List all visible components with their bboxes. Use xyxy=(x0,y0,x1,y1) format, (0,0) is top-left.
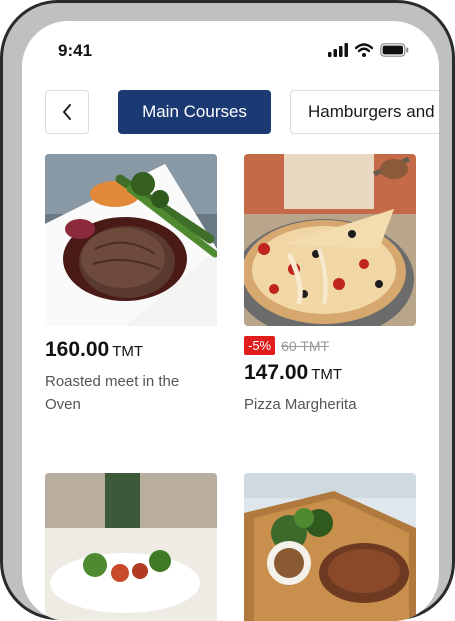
status-time: 9:41 xyxy=(58,41,93,60)
tab-main-courses[interactable]: Main Courses xyxy=(118,90,271,134)
product-image[interactable] xyxy=(45,473,217,621)
discount-badge: -5% xyxy=(244,336,276,355)
product-card[interactable]: 160.00 TMT Roasted meet in the Oven xyxy=(45,154,217,416)
wifi-icon xyxy=(355,43,373,57)
tab-hamburgers[interactable]: Hamburgers and Burgers xyxy=(290,90,439,134)
product-image[interactable] xyxy=(244,154,416,326)
product-image[interactable] xyxy=(45,154,217,326)
product-name: Pizza Margherita xyxy=(244,396,357,413)
signal-icon xyxy=(328,43,348,57)
phone-bezel: 9:41 Main Courses Hamburgers and 160.00 … xyxy=(3,3,452,621)
discount-row: -5% 60 TMT xyxy=(244,336,416,355)
back-button[interactable] xyxy=(45,90,89,134)
price-value: 147.00 xyxy=(244,361,309,384)
product-name: Roasted meet in the Oven xyxy=(45,373,180,413)
price-value: 160.00 xyxy=(45,338,110,361)
price-currency: TMT xyxy=(311,366,343,383)
product-card[interactable] xyxy=(45,473,217,621)
battery-icon xyxy=(380,43,409,57)
price-currency: TMT xyxy=(112,343,144,360)
product-card[interactable] xyxy=(244,473,416,621)
screen: 9:41 Main Courses Hamburgers and 160.00 … xyxy=(22,21,439,621)
old-price: 60 TMT xyxy=(281,337,330,354)
phone-frame: 9:41 Main Courses Hamburgers and 160.00 … xyxy=(0,0,455,621)
product-price: 160.00 TMT xyxy=(45,338,217,362)
chevron-left-icon xyxy=(63,104,71,120)
product-price: 147.00 TMT xyxy=(244,361,416,385)
product-card[interactable]: -5% 60 TMT 147.00 TMT Pizza Margherita xyxy=(244,154,416,416)
product-image[interactable] xyxy=(244,473,416,621)
